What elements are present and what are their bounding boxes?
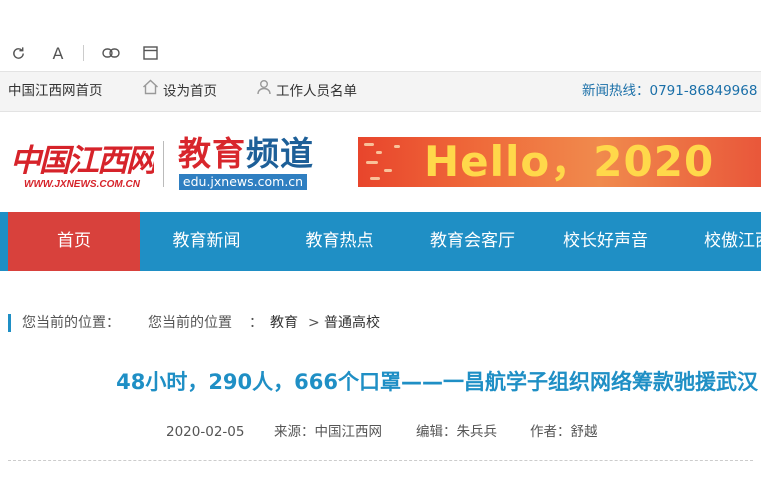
- nav-item-pride-jiangxi[interactable]: 校傲江西: [672, 212, 761, 271]
- staff-list-link[interactable]: 工作人员名单: [256, 72, 357, 111]
- nav-item-edu-lounge[interactable]: 教育会客厅: [406, 212, 539, 271]
- breadcrumb-universities[interactable]: 普通高校: [324, 312, 380, 334]
- toolbar-divider: [83, 45, 84, 61]
- nav-item-edu-hot[interactable]: 教育热点: [273, 212, 406, 271]
- edu-channel-title: 教育频道: [178, 134, 314, 174]
- site-header: 中国江西网 WWW.JXNEWS.COM.CN 教育频道 edu.jxnews.…: [0, 111, 761, 211]
- breadcrumb-arrow: >: [308, 315, 320, 331]
- breadcrumb-label: 您当前的位置：: [22, 315, 120, 331]
- set-homepage-link[interactable]: 设为首页: [142, 72, 217, 111]
- nav-left-edge: [0, 212, 8, 271]
- svg-text:WWW.JXNEWS.COM.CN: WWW.JXNEWS.COM.CN: [24, 179, 141, 189]
- font-icon[interactable]: A: [48, 36, 68, 70]
- main-nav: 首页 教育新闻 教育热点 教育会客厅 校长好声音 校傲江西: [0, 212, 761, 271]
- refresh-icon[interactable]: [8, 36, 28, 70]
- article-divider: [8, 460, 753, 461]
- breadcrumb-label-2: 您当前的位置: [148, 315, 232, 331]
- breadcrumb-education[interactable]: 教育: [270, 312, 298, 334]
- jxnews-logo[interactable]: 中国江西网 WWW.JXNEWS.COM.CN: [8, 137, 164, 190]
- edu-channel-url: edu.jxnews.com.cn: [179, 174, 307, 190]
- breadcrumb-sep: ：: [249, 315, 263, 331]
- logo-divider: [163, 141, 164, 187]
- nav-item-principal-voice[interactable]: 校长好声音: [539, 212, 672, 271]
- user-icon: [256, 72, 272, 111]
- staff-list-label: 工作人员名单: [276, 83, 357, 100]
- article-author: 作者：舒越: [530, 424, 598, 440]
- edu-title-red: 教育: [178, 134, 246, 173]
- breadcrumb-marker: [8, 314, 11, 332]
- svg-text:中国江西网: 中国江西网: [10, 143, 154, 179]
- browser-toolbar: A: [0, 36, 761, 70]
- nav-item-edu-news[interactable]: 教育新闻: [140, 212, 273, 271]
- hello-2020-banner[interactable]: Hello，2020: [358, 137, 761, 187]
- article-title: 48小时，290人，666个口罩——一昌航学子组织网络筹款驰援武汉: [116, 370, 758, 394]
- article-editor: 编辑：朱兵兵: [416, 424, 497, 440]
- link-icon[interactable]: [100, 36, 122, 70]
- article-date: 2020-02-05: [166, 424, 245, 440]
- window-icon[interactable]: [141, 36, 159, 70]
- home-link[interactable]: 中国江西网首页: [8, 72, 103, 111]
- home-icon: [142, 72, 159, 111]
- news-hotline: 新闻热线：0791-86849968: [582, 83, 758, 99]
- article-source: 来源：中国江西网: [274, 424, 382, 440]
- edu-title-blue: 频道: [246, 134, 314, 173]
- set-homepage-label: 设为首页: [163, 83, 217, 100]
- banner-text: Hello，2020: [424, 137, 715, 186]
- nav-item-home[interactable]: 首页: [8, 212, 140, 271]
- site-utility-bar: 中国江西网首页 设为首页 工作人员名单 新闻热线：0791-86849968: [0, 71, 761, 112]
